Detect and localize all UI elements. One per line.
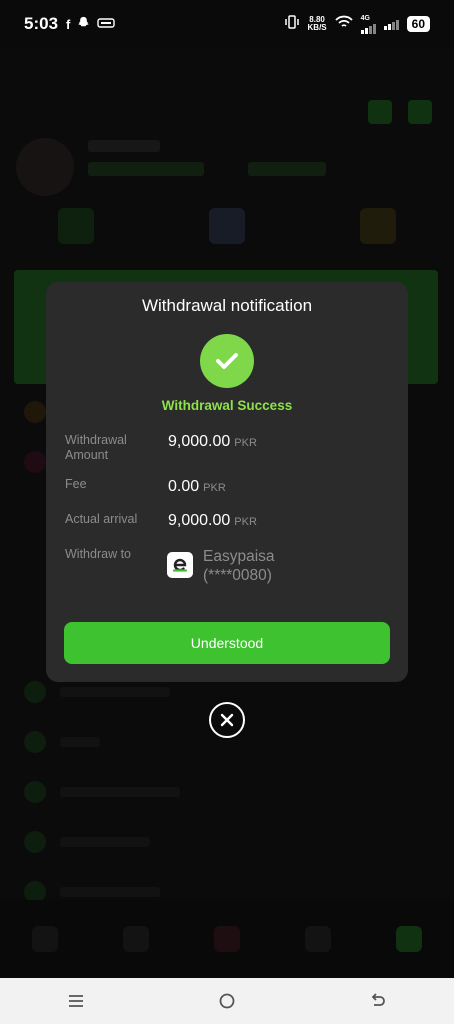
withdraw-to-label: Withdraw to bbox=[65, 547, 131, 561]
amount-value: 9,000.00 PKR bbox=[168, 433, 257, 451]
network-speed: 8.80 KB/S bbox=[308, 16, 327, 32]
menu-icon bbox=[68, 995, 83, 1007]
arrival-number: 9,000.00 bbox=[168, 512, 231, 529]
status-bar: 5:03 f 8.80 KB/S 4G 60 bbox=[0, 0, 454, 48]
status-right-cluster: 8.80 KB/S 4G 60 bbox=[284, 15, 430, 34]
arrival-label: Actual arrival bbox=[65, 512, 138, 526]
fee-label: Fee bbox=[65, 477, 87, 491]
notification-icons: f bbox=[66, 16, 116, 32]
wallet-name: Easypaisa bbox=[203, 548, 275, 565]
network-type: 4G bbox=[360, 14, 370, 22]
battery-indicator: 60 bbox=[406, 16, 430, 32]
easypaisa-logo-icon bbox=[167, 552, 193, 578]
wallet-info: Easypaisa (****0080) bbox=[203, 547, 275, 585]
close-icon[interactable] bbox=[209, 702, 245, 738]
wallet-account: (****0080) bbox=[203, 567, 272, 584]
amount-number: 9,000.00 bbox=[168, 433, 231, 450]
vibrate-icon bbox=[284, 14, 300, 34]
fee-currency: PKR bbox=[203, 482, 226, 494]
fee-number: 0.00 bbox=[168, 478, 200, 495]
amount-currency: PKR bbox=[234, 437, 257, 449]
fee-value: 0.00 PKR bbox=[168, 478, 226, 496]
back-arrow-icon bbox=[372, 993, 386, 1006]
understood-button[interactable]: Understood bbox=[64, 622, 390, 664]
signal-bars-icon-2 bbox=[383, 18, 399, 30]
status-time: 5:03 bbox=[24, 14, 59, 33]
success-status: Withdrawal Success bbox=[161, 398, 293, 413]
wifi-icon bbox=[334, 15, 353, 34]
withdrawal-notification-modal: Withdrawal notification Withdrawal Succe… bbox=[46, 282, 408, 682]
recents-button[interactable] bbox=[46, 981, 106, 1021]
cell-signal-4g: 4G bbox=[360, 14, 376, 34]
facebook-icon: f bbox=[66, 16, 71, 32]
home-button[interactable] bbox=[197, 981, 257, 1021]
amount-label: Withdrawal Amount bbox=[65, 433, 127, 463]
modal-title: Withdrawal notification bbox=[141, 296, 313, 315]
home-circle-icon bbox=[219, 993, 235, 1009]
speed-unit: KB/S bbox=[307, 23, 327, 32]
back-button[interactable] bbox=[348, 981, 408, 1021]
amount-label-line1: Withdrawal bbox=[65, 433, 127, 447]
system-nav-bar bbox=[0, 978, 454, 1024]
arrival-currency: PKR bbox=[234, 516, 257, 528]
amount-label-line2: Amount bbox=[65, 448, 109, 462]
success-check-icon bbox=[200, 334, 254, 388]
snapchat-icon bbox=[77, 16, 90, 32]
signal-bars-icon bbox=[360, 22, 376, 34]
arrival-value: 9,000.00 PKR bbox=[168, 512, 257, 530]
hd-icon bbox=[97, 17, 116, 32]
